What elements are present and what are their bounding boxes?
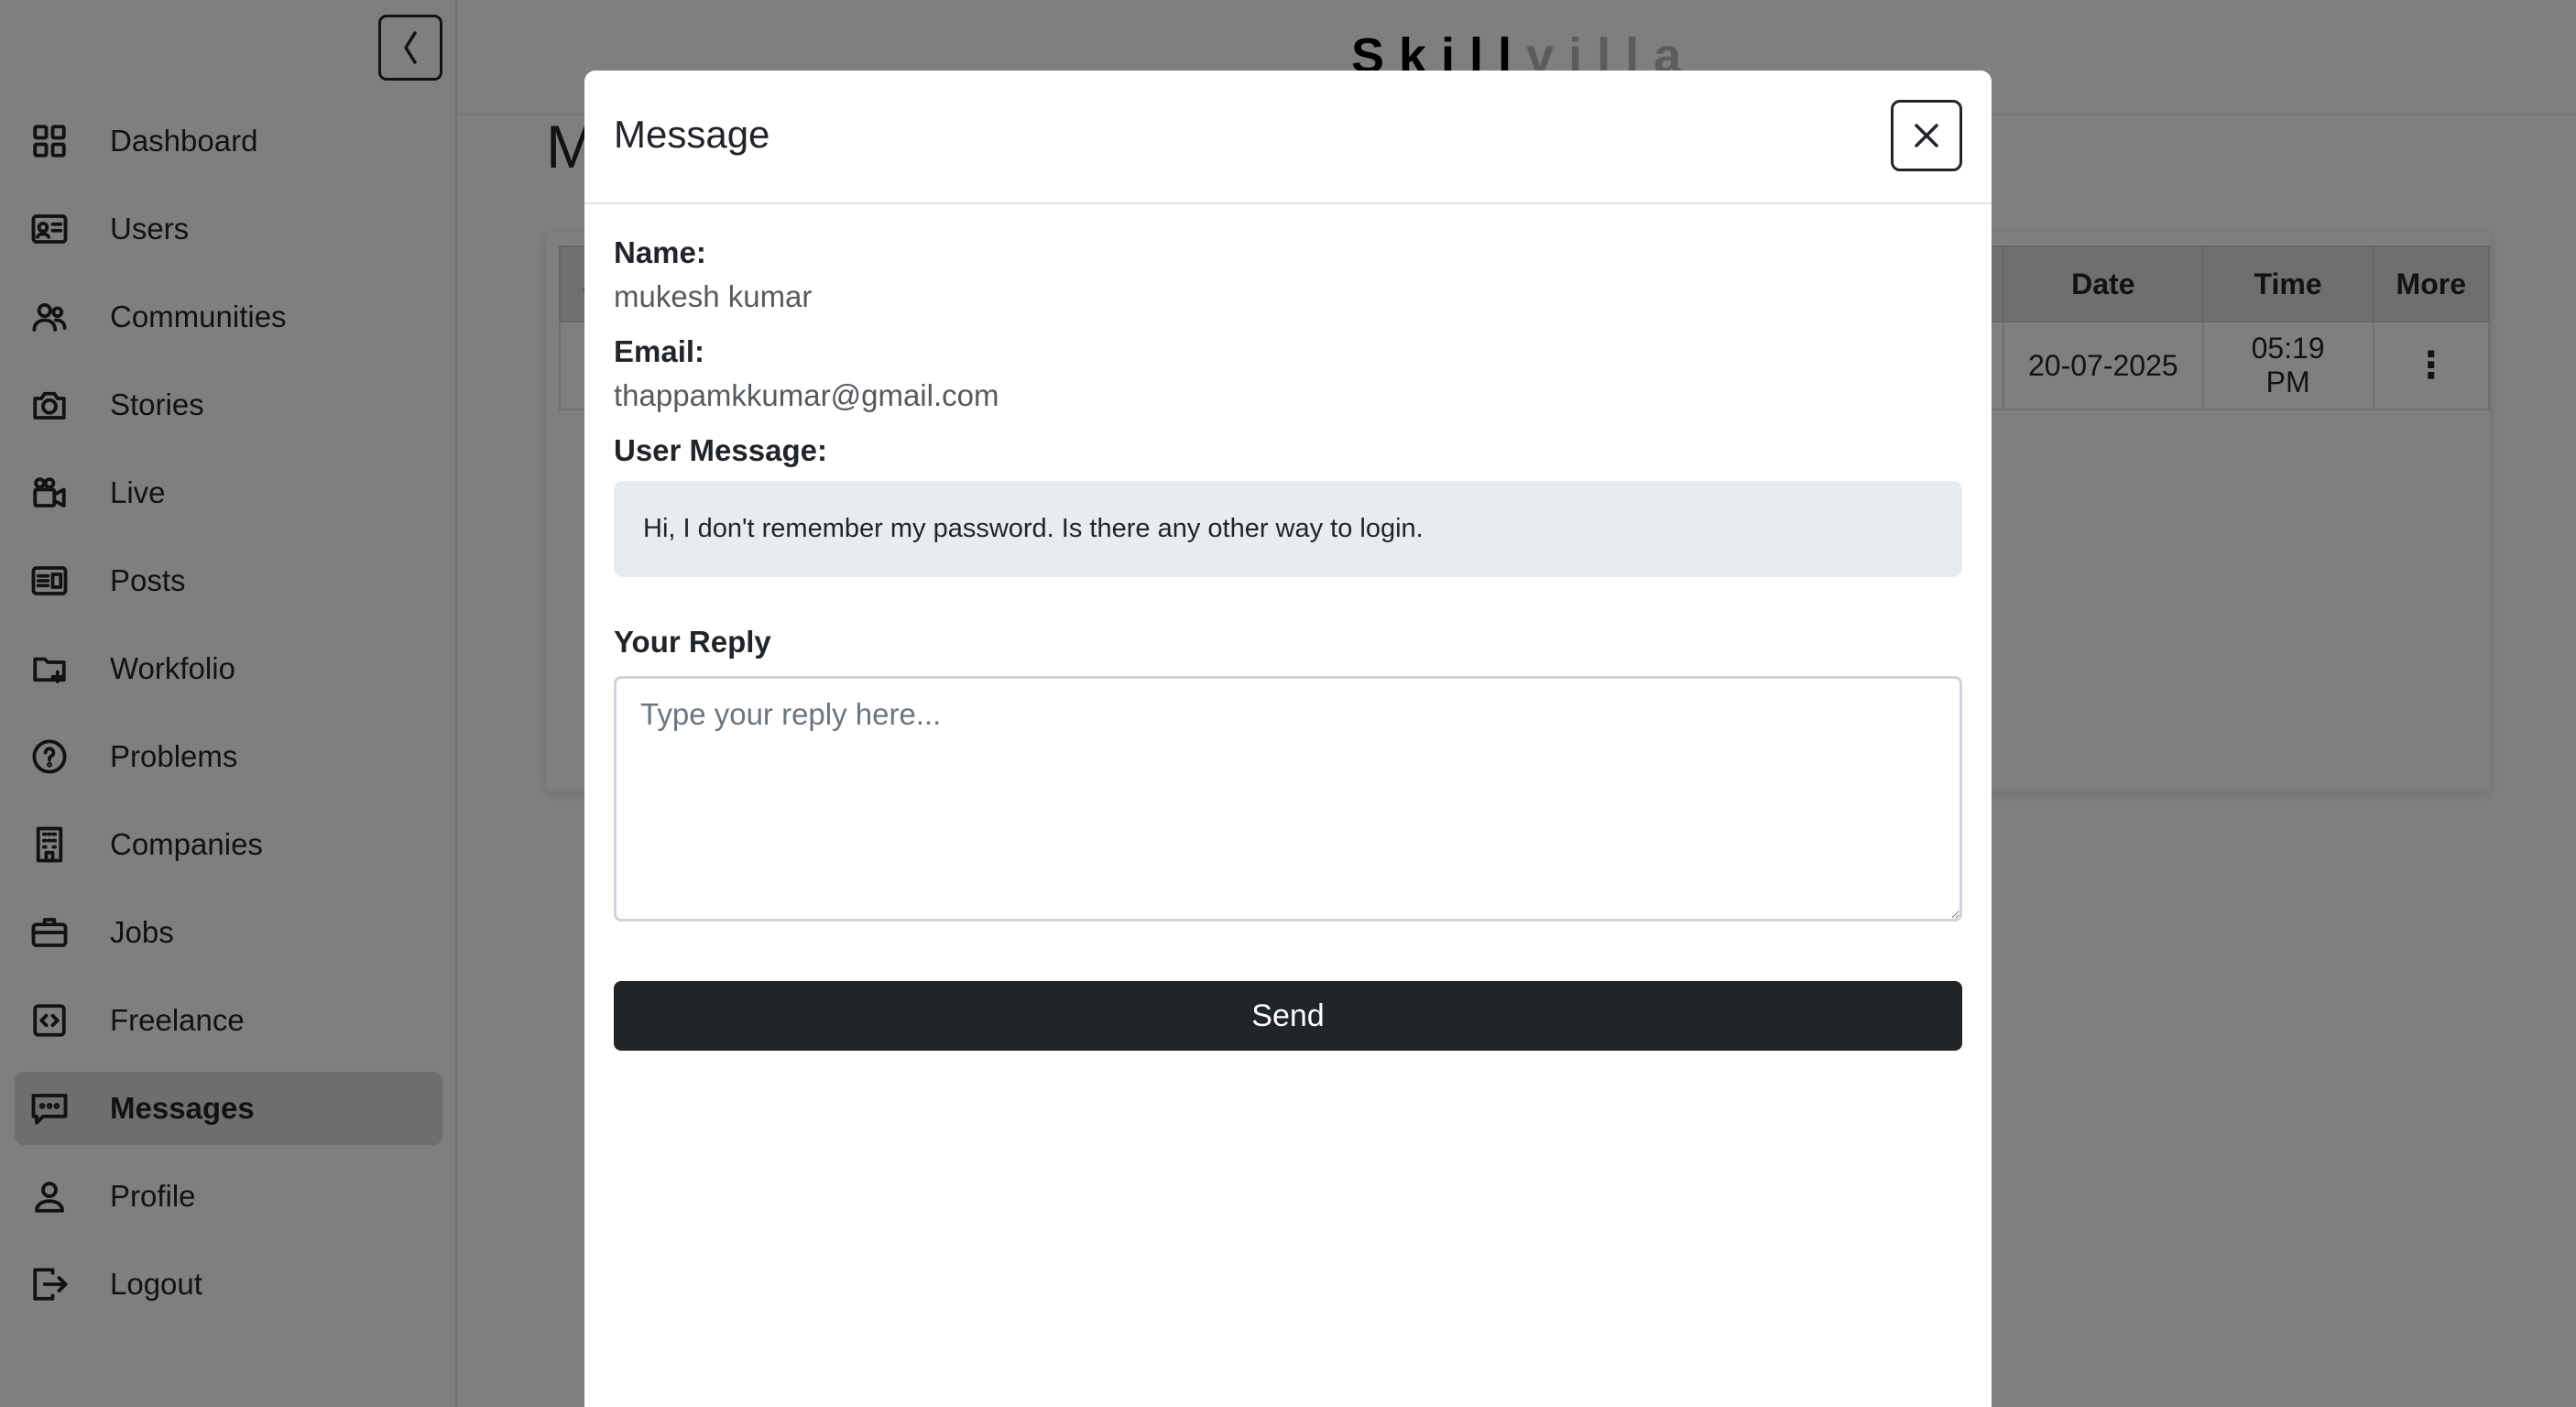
name-label: Name: bbox=[614, 235, 706, 269]
name-value: mukesh kumar bbox=[614, 279, 813, 313]
message-modal: Message Name: mukesh kumar Email: thappa… bbox=[584, 71, 1992, 1407]
email-label: Email: bbox=[614, 334, 705, 368]
modal-header: Message bbox=[584, 71, 1992, 204]
email-value: thappamkkumar@gmail.com bbox=[614, 378, 999, 412]
user-message-label: User Message: bbox=[614, 433, 827, 467]
send-button[interactable]: Send bbox=[614, 981, 1962, 1051]
modal-title: Message bbox=[614, 113, 770, 156]
close-icon bbox=[1915, 124, 1938, 147]
user-message-box: Hi, I don't remember my password. Is the… bbox=[614, 481, 1962, 577]
reply-label: Your Reply bbox=[614, 625, 771, 659]
modal-body: Name: mukesh kumar Email: thappamkkumar@… bbox=[614, 235, 1962, 1051]
close-button[interactable] bbox=[1891, 100, 1962, 171]
user-message-text: Hi, I don't remember my password. Is the… bbox=[643, 514, 1424, 543]
reply-textarea[interactable] bbox=[614, 676, 1962, 922]
